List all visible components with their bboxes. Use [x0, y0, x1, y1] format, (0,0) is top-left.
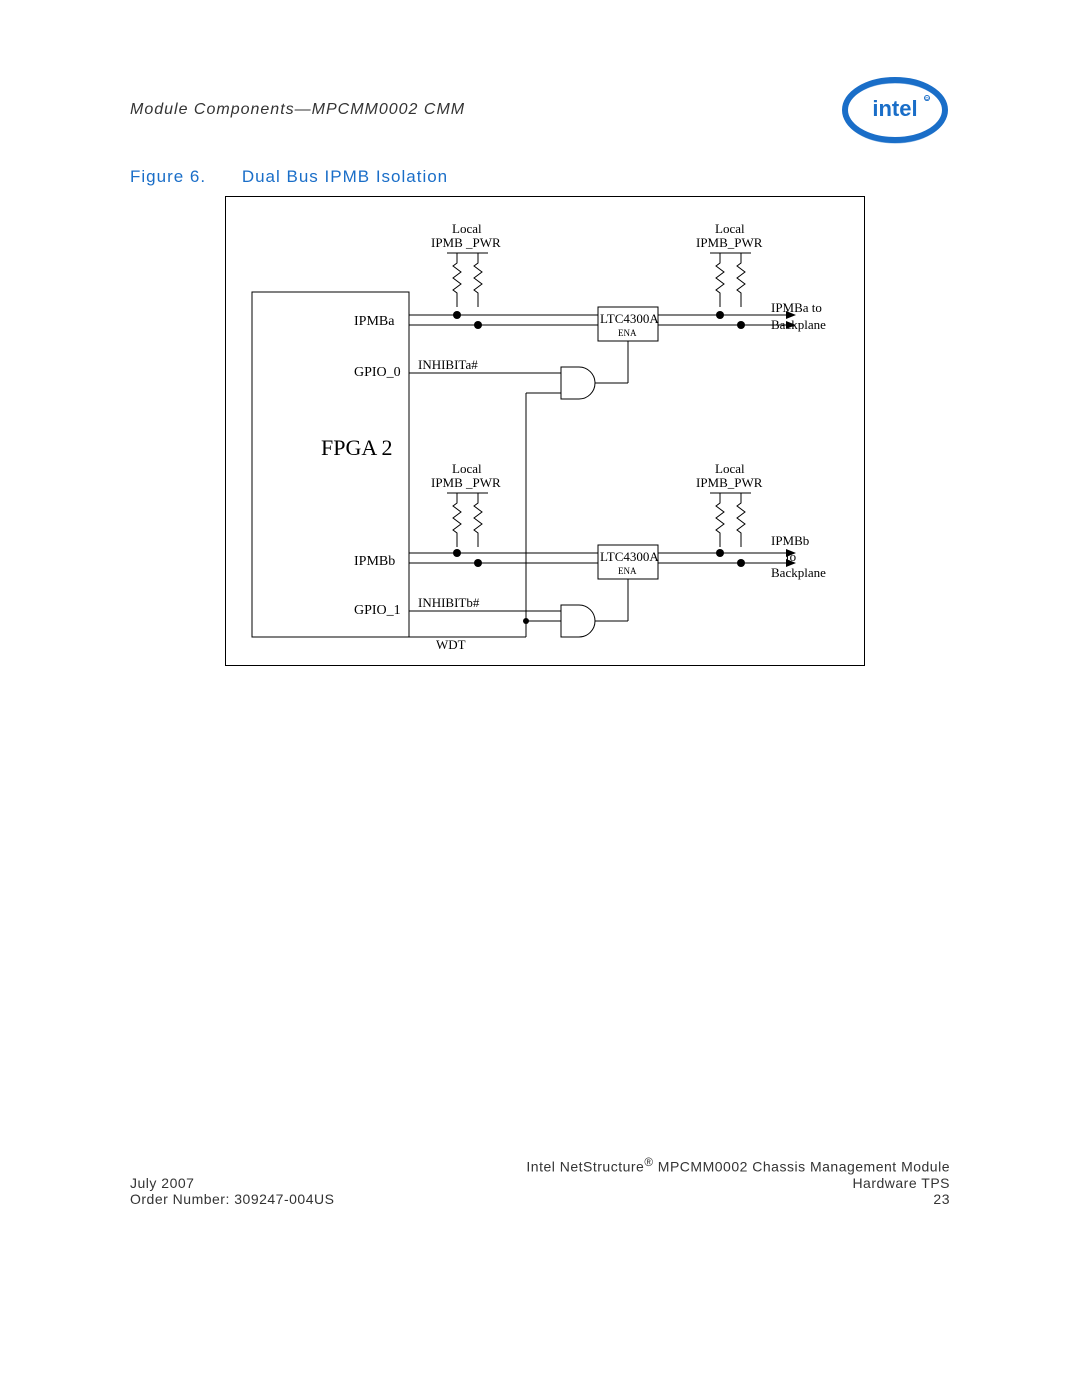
- figure-number: Figure 6.: [130, 167, 206, 186]
- footer-doc: Hardware TPS: [852, 1175, 950, 1191]
- figure-caption: Figure 6. Dual Bus IPMB Isolation: [130, 167, 448, 187]
- footer-product-suffix: MPCMM0002 Chassis Management Module: [653, 1159, 950, 1175]
- label-fpga: FPGA 2: [321, 435, 393, 461]
- footer-order: Order Number: 309247-004US: [130, 1191, 334, 1207]
- label-inhibitb: INHIBITb#: [418, 595, 479, 611]
- label-ena-top: ENA: [618, 328, 637, 338]
- label-local-pwr-b-right-2: IPMB_PWR: [696, 475, 762, 491]
- label-ena-bot: ENA: [618, 566, 637, 576]
- label-local-pwr-b-left-2: IPMB _PWR: [431, 475, 501, 491]
- label-gpio1: GPIO_1: [354, 603, 401, 619]
- page-footer: Intel NetStructure® MPCMM0002 Chassis Ma…: [130, 1156, 950, 1207]
- footer-page: 23: [933, 1191, 950, 1207]
- label-ipmba-backplane-2: Backplane: [771, 317, 826, 333]
- label-local-pwr-a-right-2: IPMB_PWR: [696, 235, 762, 251]
- svg-text:intel: intel: [872, 96, 917, 121]
- label-ltc4300a-bot: LTC4300A: [600, 549, 659, 565]
- label-ipmbb-backplane-1: IPMBb: [771, 533, 809, 549]
- label-ipmbb-backplane-3: Backplane: [771, 565, 826, 581]
- figure-title: Dual Bus IPMB Isolation: [242, 167, 448, 186]
- page-header: Module Components—MPCMM0002 CMM: [130, 101, 465, 119]
- label-ipmbb: IPMBb: [354, 554, 395, 570]
- footer-product: Intel NetStructure: [526, 1159, 644, 1175]
- label-inhibita: INHIBITa#: [418, 357, 478, 373]
- label-local-pwr-a-left-2: IPMB _PWR: [431, 235, 501, 251]
- footer-date: July 2007: [130, 1175, 194, 1191]
- label-wdt: WDT: [436, 637, 466, 653]
- label-gpio0: GPIO_0: [354, 365, 401, 381]
- intel-logo: intel R: [840, 74, 950, 146]
- label-ipmbb-backplane-2: to: [786, 549, 796, 565]
- label-ipmba: IPMBa: [354, 314, 394, 330]
- label-ipmba-backplane-1: IPMBa to: [771, 300, 822, 316]
- svg-text:R: R: [925, 97, 929, 103]
- diagram-dual-bus-ipmb-isolation: FPGA 2 IPMBa GPIO_0 IPMBb GPIO_1 INHIBIT…: [225, 196, 865, 666]
- label-ltc4300a-top: LTC4300A: [600, 311, 659, 327]
